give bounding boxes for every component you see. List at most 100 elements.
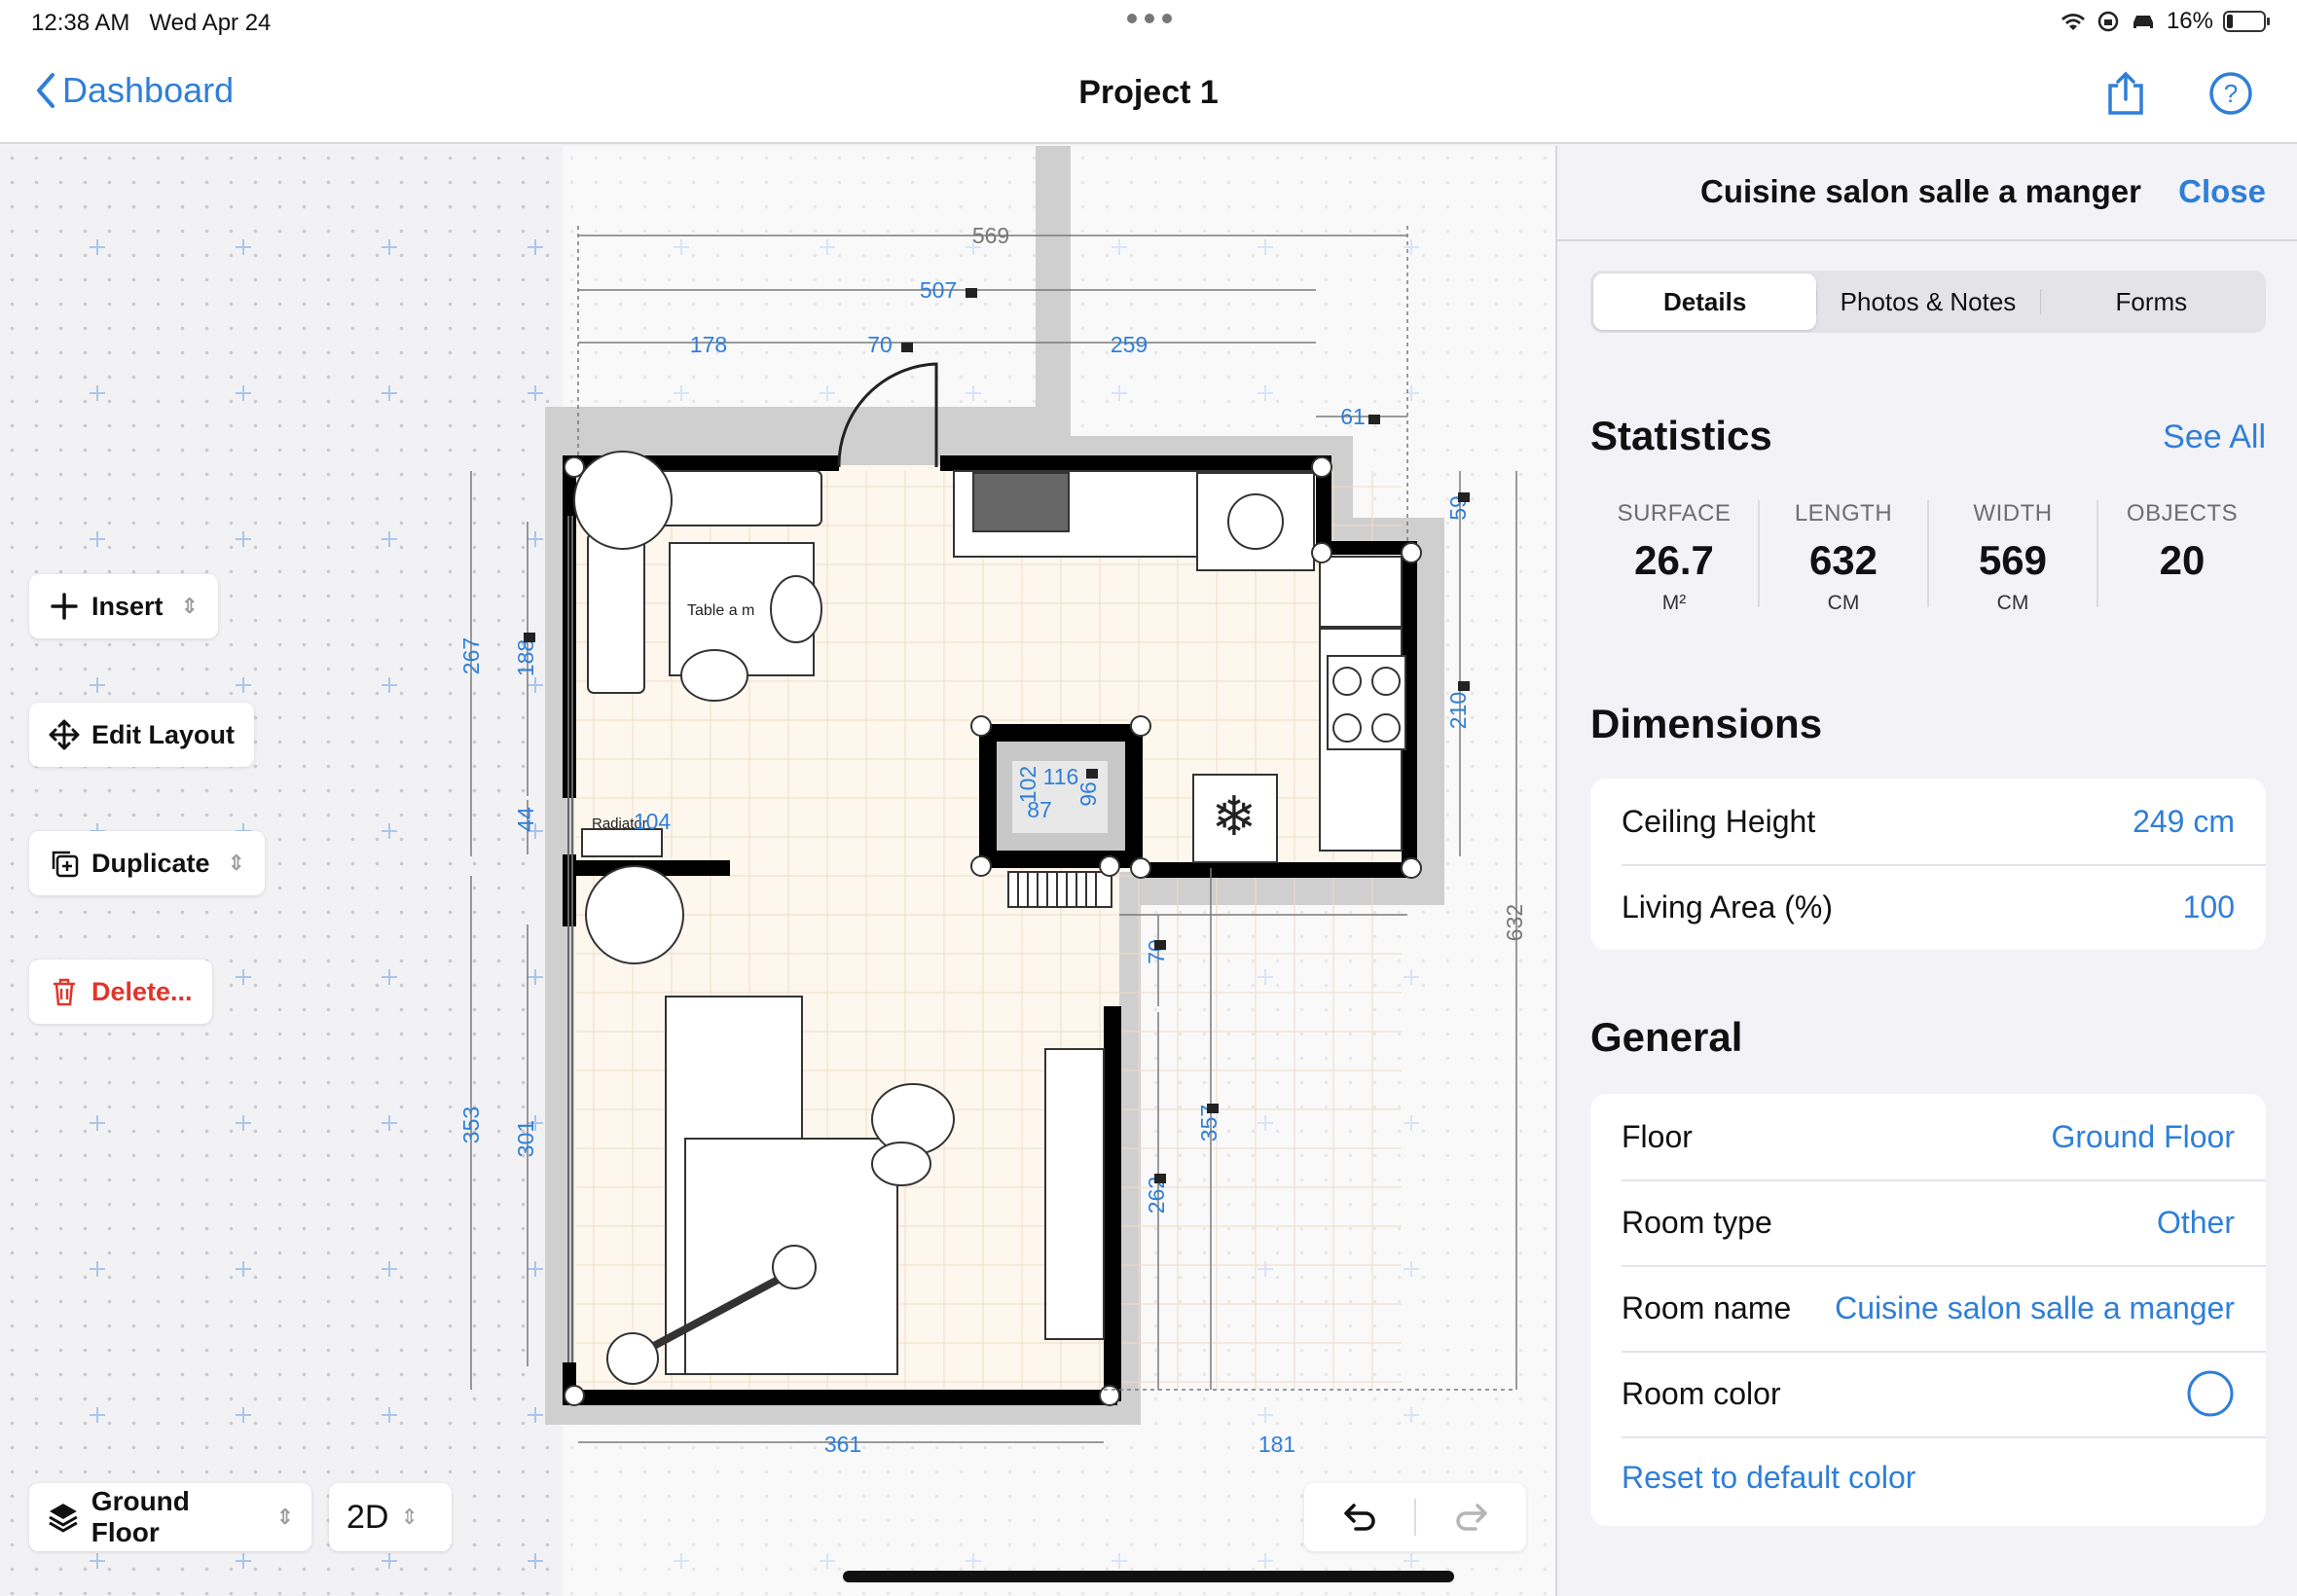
- floor-label: Ground Floor: [91, 1486, 190, 1547]
- svg-text:44: 44: [513, 807, 538, 832]
- rotation-lock-icon: [2097, 11, 2119, 32]
- see-all-link[interactable]: See All: [2163, 418, 2266, 456]
- stat-length: LENGTH 632 CM: [1760, 500, 1929, 614]
- room-type-value[interactable]: Other: [2157, 1205, 2235, 1241]
- ceiling-height-row[interactable]: Ceiling Height 249 cm: [1622, 779, 2235, 864]
- tab-photos-notes[interactable]: Photos & Notes: [1816, 273, 2039, 330]
- grid-plus: [236, 677, 251, 693]
- insert-label: Insert: [91, 591, 164, 621]
- grid-plus: [90, 677, 105, 693]
- svg-text:104: 104: [634, 809, 672, 834]
- floor-plan-canvas[interactable]: ❄ Table a m Radiator 569 507 178 70 259 …: [0, 146, 1555, 1596]
- grid-plus: [236, 969, 251, 985]
- stairs[interactable]: [1007, 871, 1112, 908]
- grid-plus: [528, 1261, 543, 1277]
- home-indicator[interactable]: [843, 1571, 1454, 1582]
- multitasking-dots[interactable]: [1127, 14, 1172, 23]
- dimensions-title: Dimensions: [1590, 701, 1823, 746]
- grid-plus: [382, 969, 397, 985]
- snowflake-icon: ❄: [1212, 785, 1258, 849]
- grid-plus: [236, 239, 251, 255]
- grid-plus: [382, 385, 397, 401]
- delete-label: Delete...: [91, 976, 193, 1006]
- insert-button[interactable]: Insert ⇕: [29, 574, 218, 638]
- svg-text:61: 61: [1340, 404, 1366, 429]
- car-icon: [2133, 16, 2153, 28]
- details-tabs: Details Photos & Notes Forms: [1590, 271, 2266, 333]
- reset-color-row: Reset to default color: [1622, 1434, 2235, 1520]
- grid-plus: [90, 1261, 105, 1277]
- grid-plus: [382, 1407, 397, 1423]
- svg-text:116: 116: [1043, 764, 1079, 789]
- view-mode-label: 2D: [346, 1498, 389, 1536]
- svg-text:188: 188: [513, 639, 538, 676]
- svg-text:632: 632: [1502, 904, 1527, 941]
- grid-plus: [382, 1553, 397, 1569]
- edit-layout-button[interactable]: Edit Layout: [29, 703, 254, 767]
- ceiling-height-value[interactable]: 249 cm: [2133, 804, 2235, 840]
- chevron-up-down-icon: ⇕: [227, 851, 245, 875]
- undo-button[interactable]: [1304, 1483, 1414, 1551]
- svg-text:259: 259: [1111, 332, 1148, 357]
- grid-plus: [236, 1407, 251, 1423]
- plus-icon: [51, 593, 78, 620]
- grid-plus: [382, 1115, 397, 1131]
- close-button[interactable]: Close: [2178, 173, 2266, 210]
- chevron-up-down-icon: ⇕: [275, 1505, 294, 1529]
- grid-plus: [528, 239, 543, 255]
- grid-plus: [528, 1553, 543, 1569]
- panel-header: Cuisine salon salle a manger Close: [1557, 146, 2297, 241]
- room-name-value[interactable]: Cuisine salon salle a manger: [1835, 1290, 2235, 1326]
- tab-forms[interactable]: Forms: [2039, 273, 2263, 330]
- page-title: Project 1: [1078, 74, 1219, 111]
- room-details-panel: Cuisine salon salle a manger Close Detai…: [1555, 146, 2297, 1596]
- svg-text:102: 102: [1015, 766, 1040, 803]
- svg-text:178: 178: [690, 332, 727, 357]
- floor-row[interactable]: Floor Ground Floor: [1622, 1094, 2235, 1179]
- grid-plus: [528, 969, 543, 985]
- grid-plus: [382, 1261, 397, 1277]
- grid-plus: [236, 1261, 251, 1277]
- color-swatch[interactable]: [2186, 1369, 2235, 1418]
- redo-icon: [1455, 1504, 1487, 1531]
- duplicate-button[interactable]: Duplicate ⇕: [29, 831, 265, 895]
- grid-plus: [382, 677, 397, 693]
- floor-selector[interactable]: Ground Floor ⇕: [29, 1483, 311, 1551]
- layers-icon: [49, 1504, 78, 1533]
- battery-percent: 16%: [2166, 8, 2213, 34]
- help-icon[interactable]: ?: [2207, 70, 2254, 117]
- general-title: General: [1590, 1014, 1743, 1060]
- grid-plus: [236, 1115, 251, 1131]
- svg-text:301: 301: [513, 1120, 538, 1157]
- grid-plus: [90, 1553, 105, 1569]
- svg-text:361: 361: [824, 1432, 861, 1457]
- svg-text:181: 181: [1258, 1432, 1295, 1457]
- svg-text:96: 96: [1076, 781, 1101, 807]
- reset-color-link[interactable]: Reset to default color: [1622, 1460, 1915, 1496]
- svg-text:353: 353: [458, 1106, 484, 1143]
- svg-text:569: 569: [972, 223, 1009, 248]
- living-area-row[interactable]: Living Area (%) 100: [1622, 864, 2235, 950]
- grid-plus: [528, 1407, 543, 1423]
- delete-button[interactable]: Delete...: [29, 960, 212, 1024]
- move-arrows-icon: [49, 719, 80, 750]
- grid-plus: [236, 385, 251, 401]
- grid-plus: [90, 1407, 105, 1423]
- room-name-row[interactable]: Room name Cuisine salon salle a manger: [1622, 1265, 2235, 1351]
- room-color-row[interactable]: Room color: [1622, 1351, 2235, 1436]
- floor-value[interactable]: Ground Floor: [2051, 1119, 2235, 1155]
- room-type-row[interactable]: Room type Other: [1622, 1179, 2235, 1265]
- stat-width: WIDTH 569 CM: [1929, 500, 2098, 614]
- grid-plus: [382, 239, 397, 255]
- redo-button[interactable]: [1416, 1483, 1526, 1551]
- tab-details[interactable]: Details: [1593, 273, 1817, 330]
- statistics-title: Statistics: [1590, 413, 1772, 458]
- status-icons: 16%: [2060, 8, 2270, 35]
- view-mode-selector[interactable]: 2D ⇕: [329, 1483, 452, 1551]
- grid-plus: [236, 1553, 251, 1569]
- living-area-value[interactable]: 100: [2183, 889, 2235, 925]
- stat-surface: SURFACE 26.7 M²: [1590, 500, 1760, 614]
- share-icon[interactable]: [2102, 70, 2149, 117]
- general-card: Floor Ground Floor Room type Other Room …: [1590, 1094, 2266, 1526]
- statistics-row: SURFACE 26.7 M² LENGTH 632 CM WIDTH 569 …: [1590, 500, 2266, 614]
